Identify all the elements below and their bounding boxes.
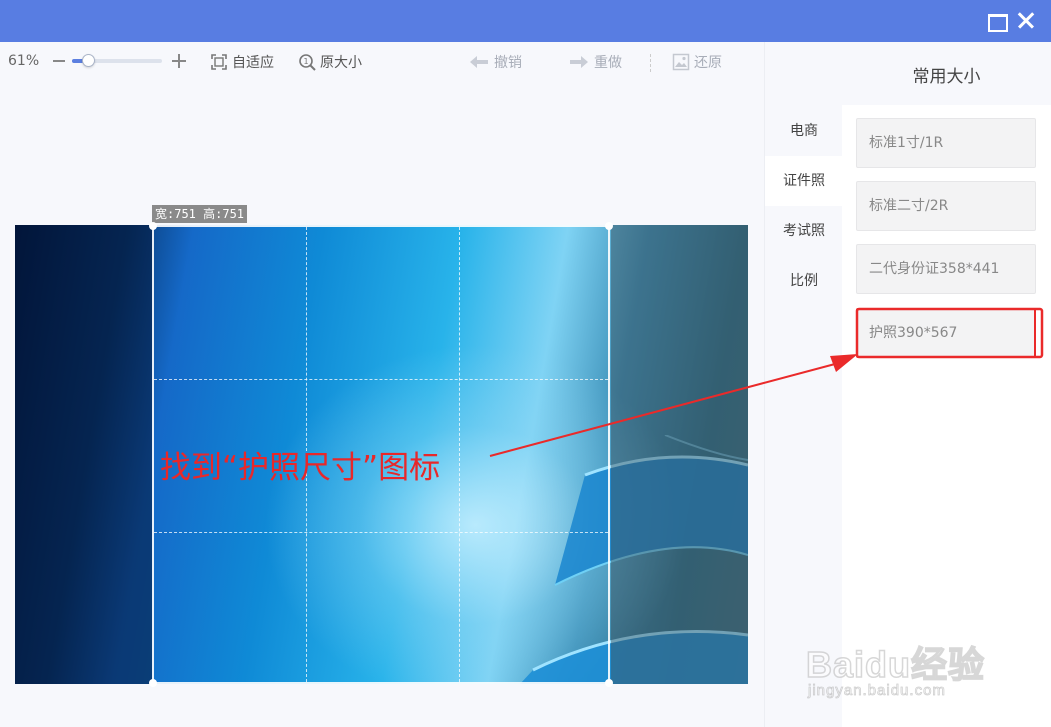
redo-arrow-icon <box>570 56 588 68</box>
tab-ecommerce[interactable]: 电商 <box>765 106 843 156</box>
size-panel: 常用大小 标准1寸/1R 标准二寸/2R 二代身份证358*441 护照390*… <box>842 42 1051 727</box>
crop-handle-bottom-right[interactable] <box>605 679 613 687</box>
crop-handle-top-right[interactable] <box>605 222 613 230</box>
zoom-slider-knob[interactable] <box>82 54 95 67</box>
original-size-label: 原大小 <box>320 55 362 71</box>
toolbar-divider <box>650 54 651 72</box>
crop-handle-bottom-left[interactable] <box>149 679 157 687</box>
zoom-slider[interactable] <box>72 54 162 67</box>
size-option-id-card[interactable]: 二代身份证358*441 <box>856 244 1036 294</box>
size-option-1inch[interactable]: 标准1寸/1R <box>856 118 1036 168</box>
watermark-url: jingyan.baidu.com <box>808 682 946 700</box>
original-size-button[interactable]: 1 原大小 <box>298 51 362 73</box>
panel-title: 常用大小 <box>912 67 981 87</box>
fit-button[interactable]: 自适应 <box>210 51 274 73</box>
crop-size-label: 宽:751 高:751 <box>152 205 248 223</box>
category-tabs: 电商 证件照 考试照 比例 <box>764 42 843 727</box>
crop-grid-line <box>154 379 608 380</box>
crop-handle-top-left[interactable] <box>149 222 157 230</box>
tab-ratio[interactable]: 比例 <box>765 256 843 306</box>
baidu-watermark: Baidu经验 jingyan.baidu.com <box>805 636 996 716</box>
crop-grid-line <box>459 227 460 682</box>
fit-icon <box>211 54 227 70</box>
undo-button[interactable]: 撤销 <box>468 51 522 73</box>
maximize-icon[interactable] <box>984 8 1010 34</box>
undo-label: 撤销 <box>494 55 522 71</box>
close-icon[interactable] <box>1014 8 1040 34</box>
undo-arrow-icon <box>470 56 488 68</box>
restore-label: 还原 <box>694 55 722 71</box>
crop-mask-left <box>15 225 152 684</box>
fit-label: 自适应 <box>232 55 274 71</box>
image-restore-icon <box>672 53 690 71</box>
tab-exam-photo[interactable]: 考试照 <box>765 206 843 256</box>
size-option-2inch[interactable]: 标准二寸/2R <box>856 181 1036 231</box>
watermark-brand: Baidu经验 <box>805 643 986 686</box>
restore-button[interactable]: 还原 <box>672 51 722 73</box>
magnifier-one-icon: 1 <box>299 54 316 71</box>
redo-label: 重做 <box>594 55 622 71</box>
size-options-list: 标准1寸/1R 标准二寸/2R 二代身份证358*441 护照390*567 <box>842 105 1051 727</box>
zoom-in-icon[interactable] <box>172 54 186 68</box>
tab-id-photo[interactable]: 证件照 <box>765 156 843 206</box>
size-option-passport[interactable]: 护照390*567 <box>856 308 1036 358</box>
crop-grid-line <box>154 532 608 533</box>
crop-mask-right <box>611 225 748 684</box>
toolbar: 61% 自适应 1 原大小 撤销 重做 还原 <box>0 42 764 82</box>
annotation-text: 找到“护照尺寸”图标 <box>160 450 441 486</box>
zoom-percent: 61% <box>8 53 40 69</box>
redo-button[interactable]: 重做 <box>568 51 622 73</box>
svg-text:1: 1 <box>303 57 308 66</box>
title-bar <box>0 0 1051 42</box>
zoom-out-icon[interactable] <box>53 60 65 62</box>
